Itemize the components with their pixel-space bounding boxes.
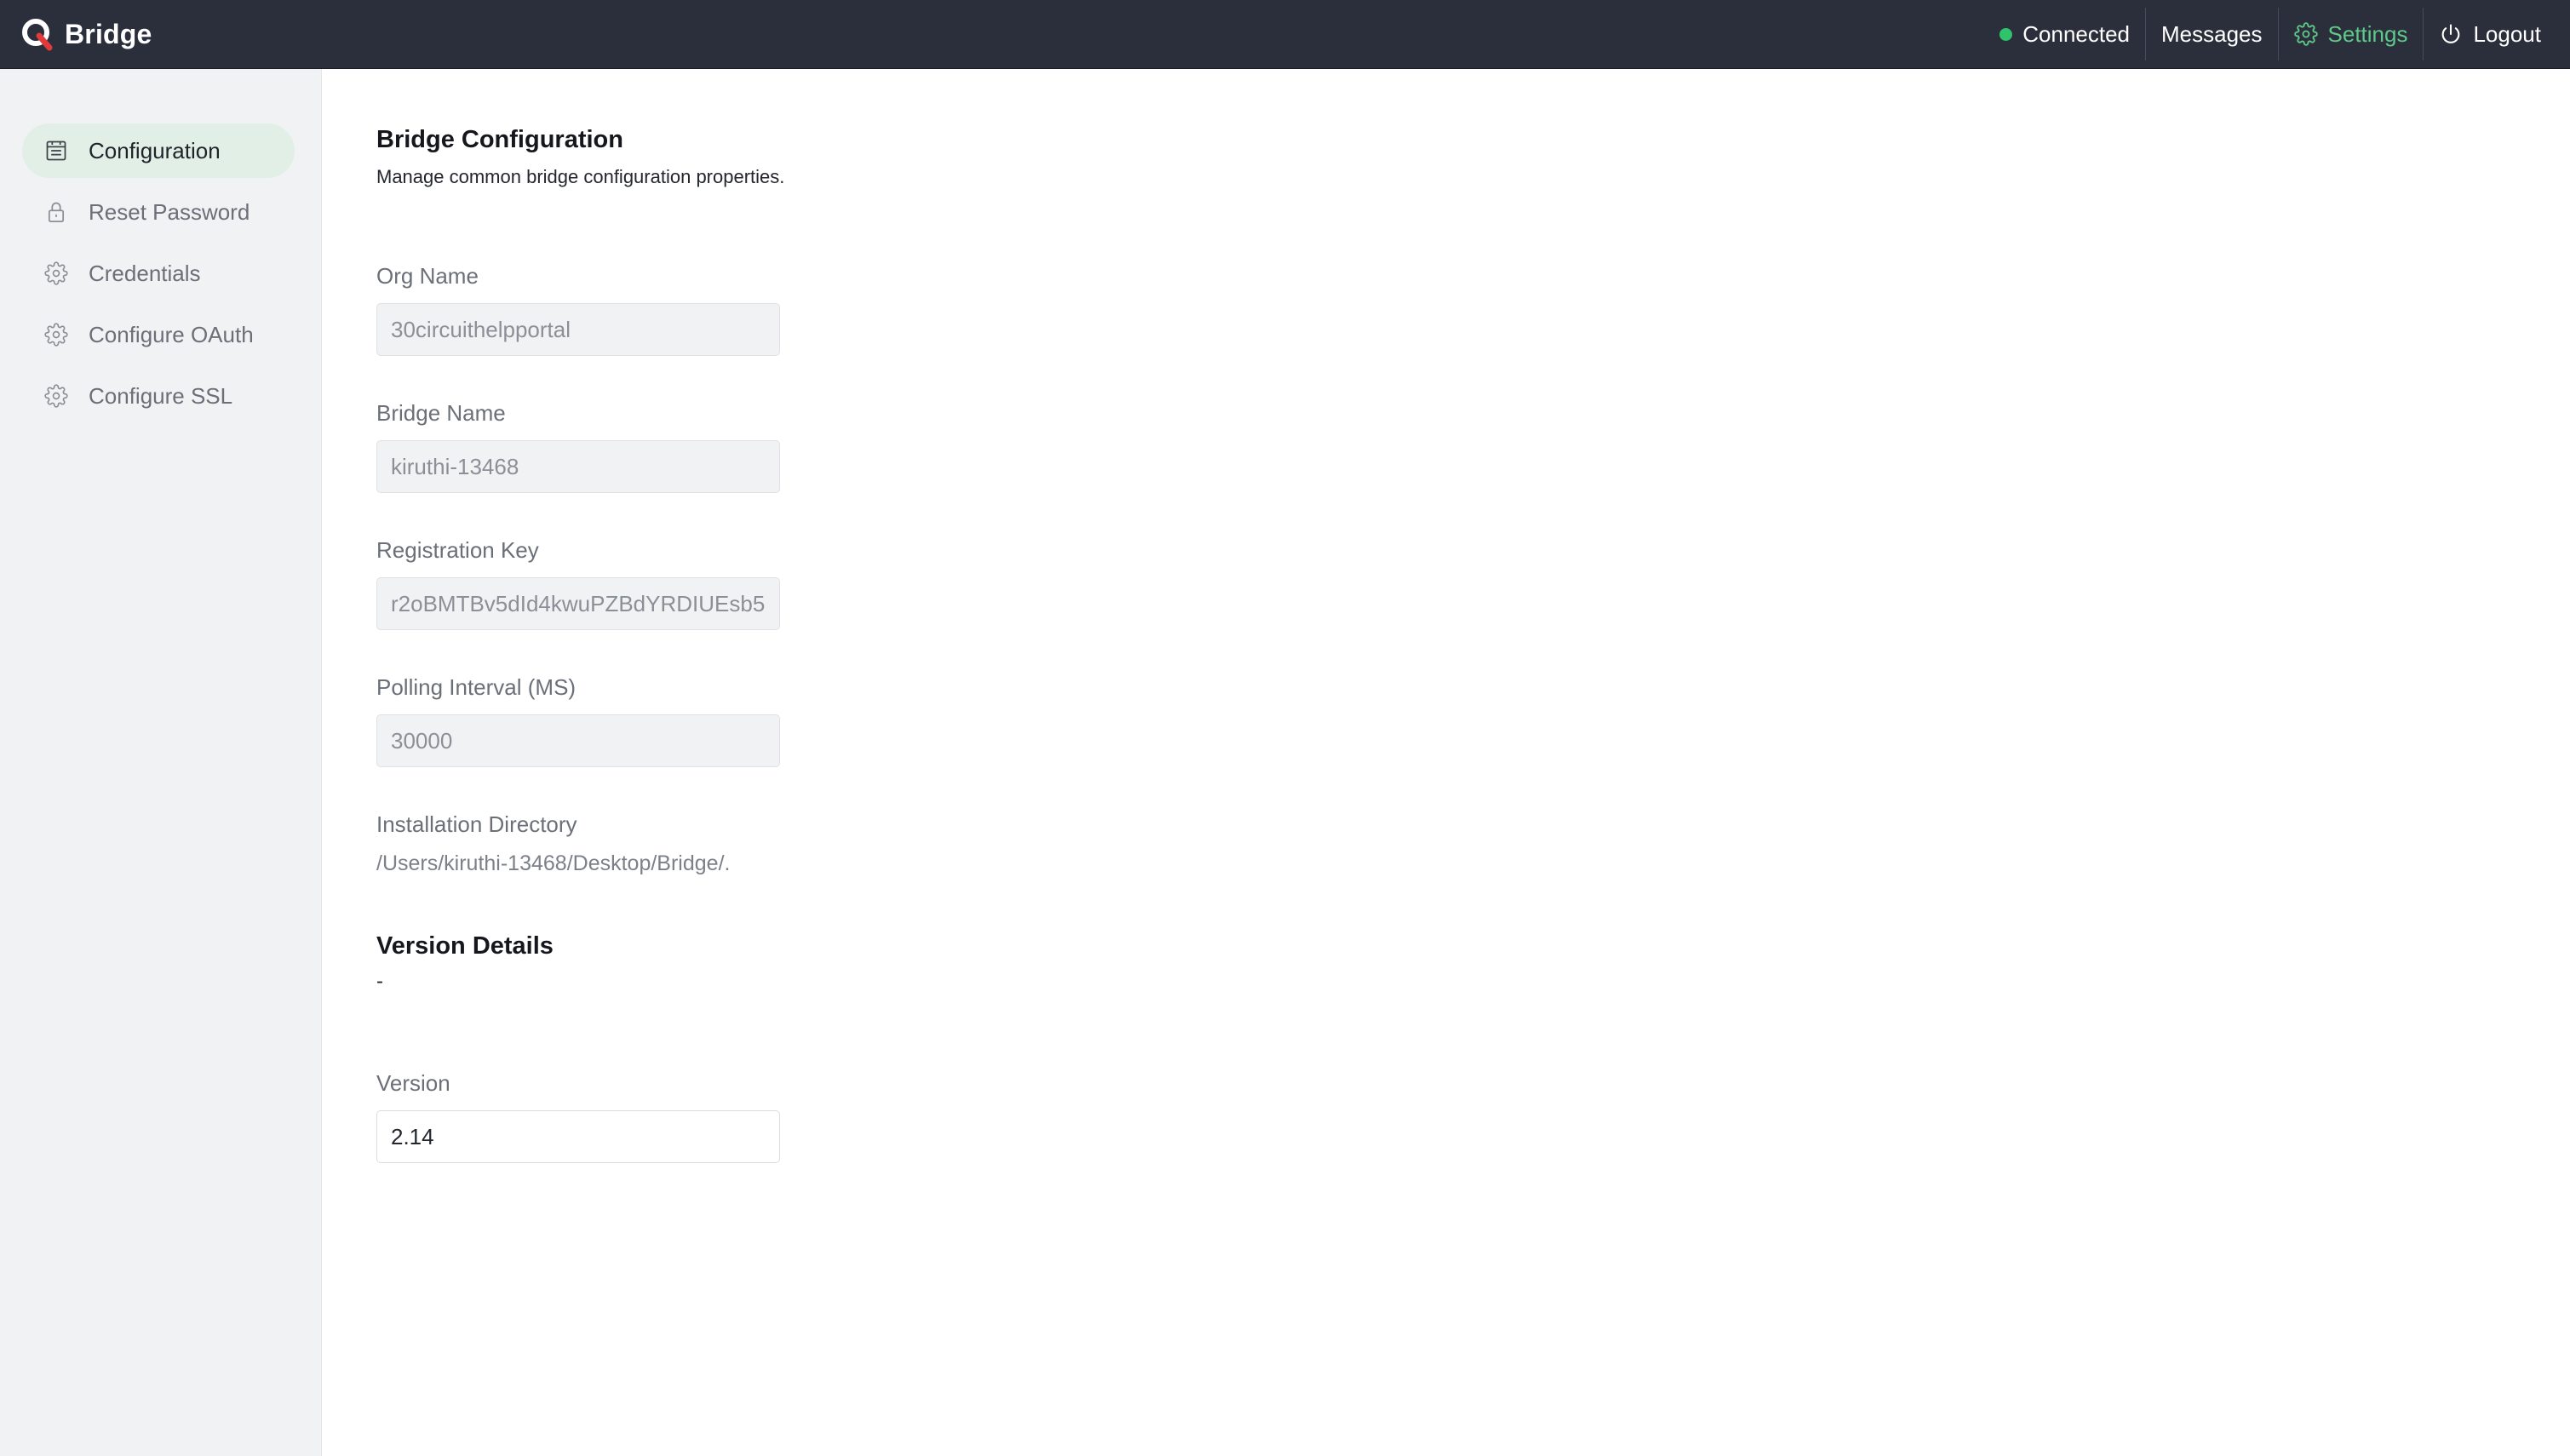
page-title: Bridge Configuration: [376, 126, 623, 153]
settings-link[interactable]: Settings: [2277, 8, 2424, 60]
settings-label: Settings: [2327, 20, 2408, 47]
org-name-field[interactable]: [376, 303, 780, 356]
sidebar-item-credentials[interactable]: Credentials: [22, 246, 295, 301]
version-label: Version: [376, 1070, 450, 1096]
gear-icon: [44, 384, 68, 408]
gear-icon: [44, 261, 68, 285]
brand[interactable]: Bridge: [20, 0, 152, 69]
connection-status-label: Connected: [2022, 20, 2131, 47]
logout-label: Logout: [2473, 20, 2541, 47]
sidebar-item-configure-oauth[interactable]: Configure OAuth: [22, 307, 295, 362]
installation-directory-label: Installation Directory: [376, 811, 577, 837]
page-subtitle: Manage common bridge configuration prope…: [376, 166, 785, 187]
logout-button[interactable]: Logout: [2423, 8, 2556, 60]
top-nav: Connected Messages Settings Logout: [1984, 0, 2570, 69]
messages-link[interactable]: Messages: [2145, 8, 2278, 60]
lock-icon: [48, 202, 65, 222]
installation-directory-value: /Users/kiruthi-13468/Desktop/Bridge/.: [376, 851, 731, 875]
sidebar-item-label: Configure SSL: [89, 382, 233, 409]
calendar-icon: [46, 140, 66, 161]
registration-key-label: Registration Key: [376, 537, 539, 563]
sidebar-item-configure-ssl[interactable]: Configure SSL: [22, 369, 295, 423]
top-bar: Bridge Connected Messages Settings Logou…: [0, 0, 2570, 69]
sidebar-item-reset-password[interactable]: Reset Password: [22, 185, 295, 239]
sidebar-item-label: Configuration: [89, 137, 221, 163]
messages-label: Messages: [2161, 20, 2263, 47]
sidebar-item-label: Reset Password: [89, 198, 250, 225]
connection-status: Connected: [1984, 8, 2145, 60]
bridge-name-label: Bridge Name: [376, 400, 506, 426]
gear-icon: [44, 323, 68, 347]
sidebar-item-configuration[interactable]: Configuration: [22, 123, 295, 178]
status-dot-icon: [1999, 27, 2013, 41]
registration-key-field[interactable]: [376, 577, 780, 630]
polling-interval-label: Polling Interval (MS): [376, 674, 577, 700]
sidebar-item-label: Credentials: [89, 260, 201, 286]
bridge-name-field[interactable]: [376, 440, 780, 493]
version-field[interactable]: [376, 1110, 780, 1163]
power-icon: [2442, 24, 2460, 43]
version-details-title: Version Details: [376, 932, 554, 960]
version-details-value: -: [376, 970, 383, 993]
sidebar-item-label: Configure OAuth: [89, 321, 254, 347]
polling-interval-field[interactable]: [376, 714, 780, 767]
app-name: Bridge: [65, 18, 152, 49]
gear-icon: [2293, 22, 2318, 46]
sidebar: Configuration Reset Password Credentials…: [0, 69, 322, 1456]
bridge-logo-icon: [22, 19, 53, 51]
org-name-label: Org Name: [376, 263, 479, 289]
